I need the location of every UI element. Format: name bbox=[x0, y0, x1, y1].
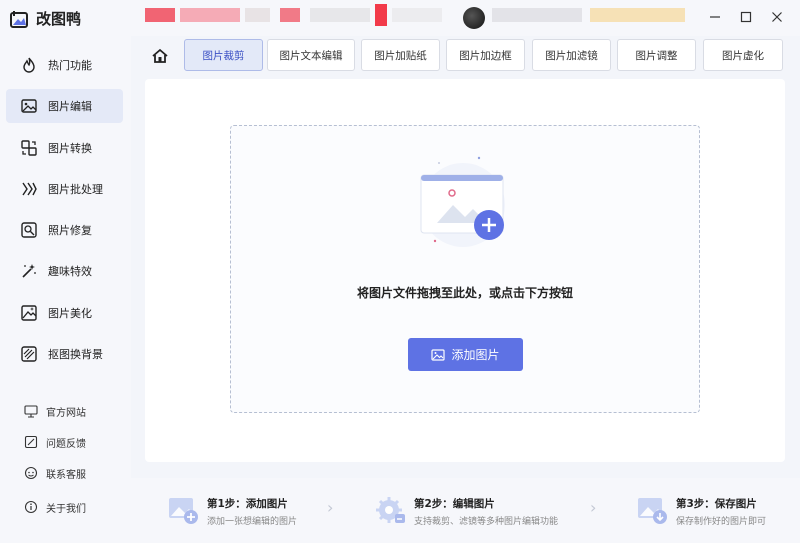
app-title: 改图鸭 bbox=[36, 10, 82, 28]
sidebar-footer-label: 问题反馈 bbox=[46, 438, 86, 450]
image-icon bbox=[431, 348, 446, 361]
sidebar-footer-label: 联系客服 bbox=[46, 469, 86, 481]
sidebar-item-convert[interactable]: 图片转换 bbox=[6, 131, 123, 165]
sidebar-item-batch[interactable]: 图片批处理 bbox=[6, 172, 123, 206]
step-3-desc: 保存制作好的图片即可 bbox=[676, 517, 767, 527]
sidebar-item-label: 趣味特效 bbox=[48, 265, 92, 278]
app-logo-icon bbox=[10, 11, 28, 28]
maximize-button[interactable] bbox=[737, 8, 755, 26]
step-1-desc: 添加一张想编辑的图片 bbox=[207, 517, 298, 527]
sidebar-footer-support[interactable]: 联系客服 bbox=[6, 462, 123, 484]
batch-icon bbox=[22, 182, 37, 196]
sidebar-item-label: 图片转换 bbox=[48, 142, 92, 155]
sidebar-item-label: 抠图换背景 bbox=[48, 348, 103, 361]
chevron-right-icon: › bbox=[327, 498, 334, 517]
image-edit-icon bbox=[21, 99, 37, 113]
step-2-title: 第2步：编辑图片 bbox=[414, 498, 495, 510]
info-icon bbox=[24, 500, 38, 514]
sidebar-item-effects[interactable]: 趣味特效 bbox=[6, 254, 123, 288]
beautify-icon bbox=[21, 305, 37, 321]
close-button[interactable] bbox=[768, 8, 786, 26]
tab-border[interactable]: 图片加边框 bbox=[446, 39, 525, 71]
add-image-step-icon bbox=[169, 498, 198, 524]
step-2-desc: 支持裁剪、滤镜等多种图片编辑功能 bbox=[414, 517, 559, 527]
sidebar-item-image-edit[interactable]: 图片编辑 bbox=[6, 89, 123, 123]
sidebar-item-label: 图片批处理 bbox=[48, 183, 103, 196]
tab-blur[interactable]: 图片虚化 bbox=[703, 39, 783, 71]
sidebar-footer-label: 官方网站 bbox=[46, 407, 86, 419]
sidebar-item-label: 图片美化 bbox=[48, 307, 92, 320]
close-icon bbox=[772, 12, 782, 22]
home-icon[interactable] bbox=[150, 46, 170, 66]
photo-repair-icon bbox=[21, 222, 37, 238]
add-image-label: 添加图片 bbox=[451, 348, 500, 362]
drop-hint-text: 将图片文件拖拽至此处，或点击下方按钮 bbox=[356, 286, 573, 300]
monitor-icon bbox=[24, 405, 38, 418]
sidebar-item-label: 图片编辑 bbox=[48, 100, 92, 113]
sidebar-footer-label: 关于我们 bbox=[46, 503, 86, 515]
sidebar: 热门功能 图片编辑 图片转换 图片批处理 照片修复 趣味特效 图片美化 抠图换背… bbox=[0, 36, 131, 543]
steps-bar: 第1步：添加图片 添加一张想编辑的图片 › 第2步：编辑图片 支持裁剪、滤镜等多… bbox=[131, 478, 800, 543]
add-image-button[interactable]: 添加图片 bbox=[408, 338, 523, 371]
sidebar-item-hot[interactable]: 热门功能 bbox=[6, 48, 123, 82]
magic-wand-icon bbox=[22, 264, 36, 278]
step-3-title: 第3步：保存图片 bbox=[676, 498, 757, 510]
tab-text-edit[interactable]: 图片文本编辑 bbox=[267, 39, 355, 71]
sidebar-item-cutout[interactable]: 抠图换背景 bbox=[6, 337, 123, 371]
minimize-button[interactable] bbox=[706, 8, 724, 26]
avatar[interactable] bbox=[463, 7, 485, 29]
tab-filter[interactable]: 图片加滤镜 bbox=[532, 39, 611, 71]
convert-icon bbox=[21, 140, 37, 156]
gear-step-icon bbox=[376, 497, 405, 523]
sidebar-footer-about[interactable]: 关于我们 bbox=[6, 496, 123, 518]
flame-icon bbox=[23, 57, 35, 73]
sidebar-item-label: 热门功能 bbox=[48, 59, 92, 72]
sidebar-item-label: 照片修复 bbox=[48, 224, 92, 237]
support-icon bbox=[24, 466, 38, 480]
title-bar: 改图鸭 bbox=[0, 0, 800, 36]
upload-illustration-icon bbox=[420, 156, 505, 247]
step-1-title: 第1步：添加图片 bbox=[207, 498, 288, 510]
maximize-icon bbox=[740, 11, 752, 23]
tab-crop[interactable]: 图片裁剪 bbox=[184, 39, 263, 71]
minimize-icon bbox=[710, 16, 720, 18]
save-step-icon bbox=[638, 498, 667, 524]
sidebar-item-photo-repair[interactable]: 照片修复 bbox=[6, 213, 123, 247]
tab-sticker[interactable]: 图片加贴纸 bbox=[361, 39, 440, 71]
chevron-right-icon: › bbox=[590, 498, 597, 517]
sidebar-footer-website[interactable]: 官方网站 bbox=[6, 400, 123, 422]
cutout-icon bbox=[21, 346, 37, 362]
tab-adjust[interactable]: 图片调整 bbox=[617, 39, 696, 71]
sidebar-footer-feedback[interactable]: 问题反馈 bbox=[6, 431, 123, 453]
sidebar-item-beautify[interactable]: 图片美化 bbox=[6, 296, 123, 330]
feedback-icon bbox=[24, 435, 38, 449]
